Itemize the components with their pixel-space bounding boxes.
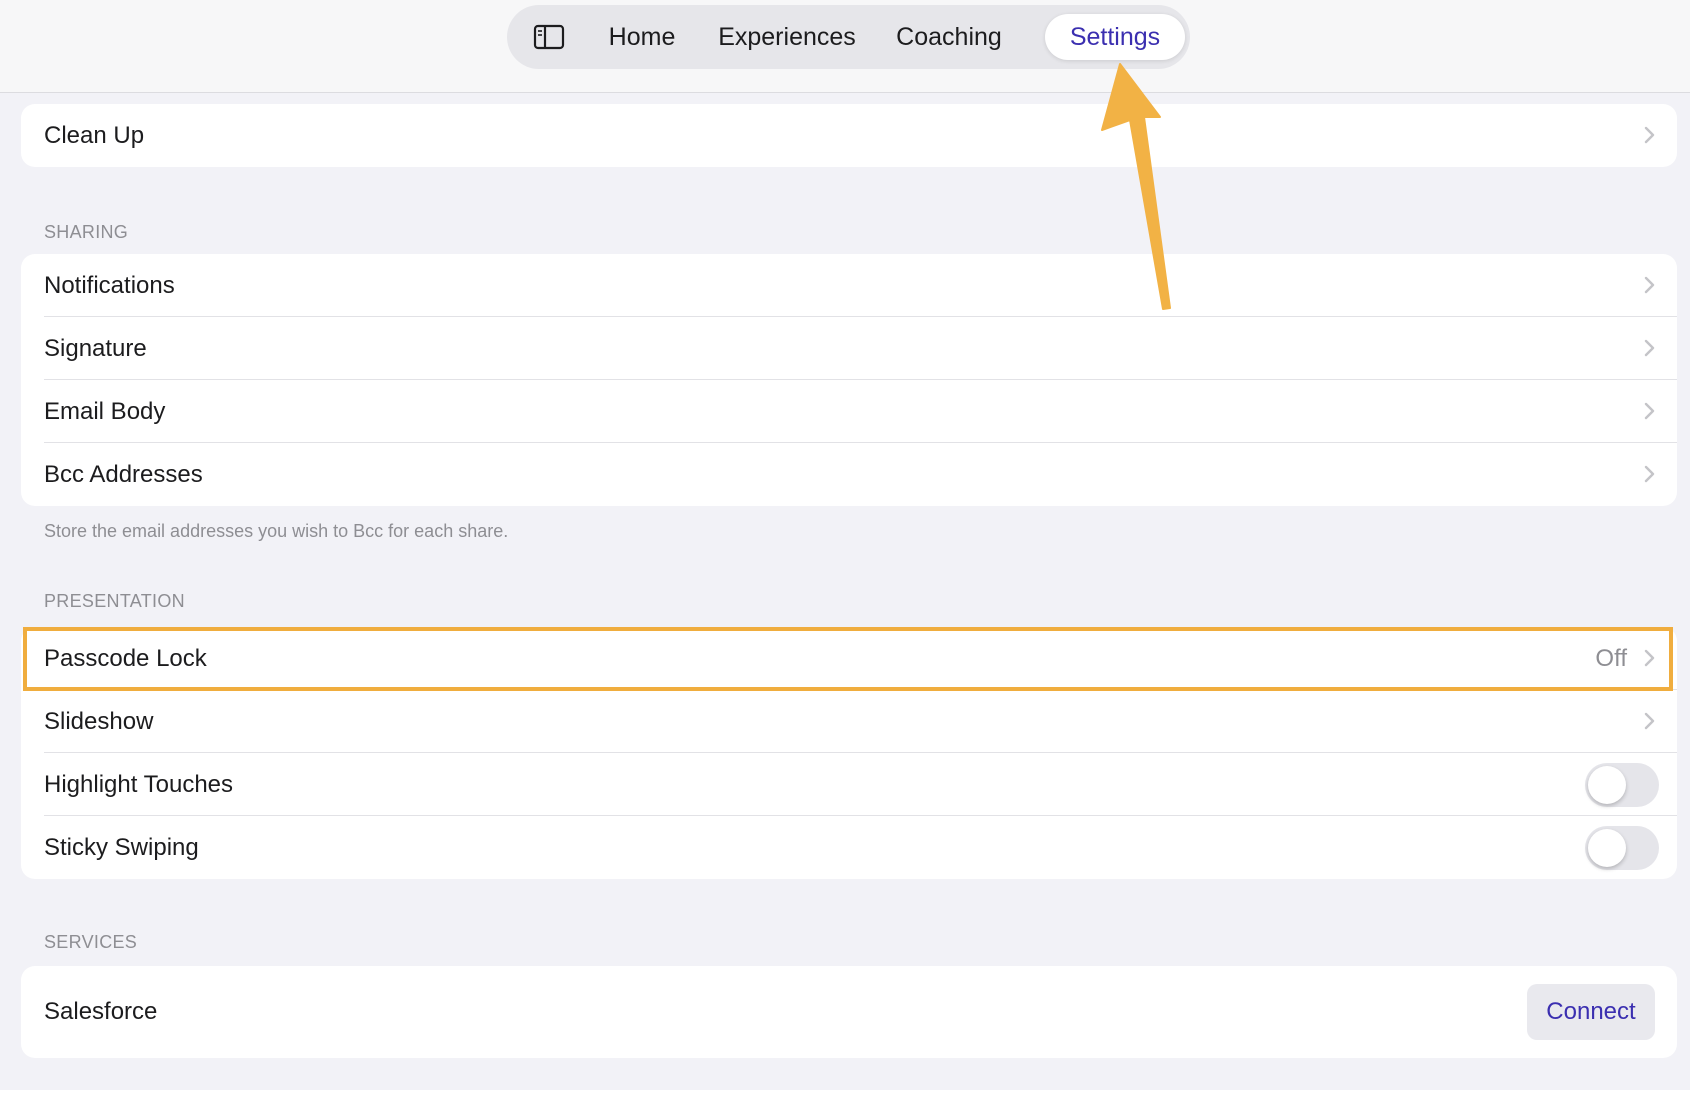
notifications-row[interactable]: Notifications [21,254,1677,317]
slideshow-row[interactable]: Slideshow [21,690,1677,753]
tab-switcher: Home Experiences Coaching Settings [507,5,1190,69]
chevron-right-icon [1644,276,1655,294]
presentation-group: Passcode Lock Off Slideshow Highlight To… [21,627,1677,879]
toggle-knob [1588,766,1626,804]
chevron-right-icon [1644,465,1655,483]
tab-settings[interactable]: Settings [1045,14,1185,60]
presentation-section-header: PRESENTATION [44,591,185,611]
highlight-touches-row: Highlight Touches [21,753,1677,816]
passcode-lock-row[interactable]: Passcode Lock Off [21,627,1677,690]
tab-coaching[interactable]: Coaching [882,14,1016,60]
sticky-swiping-label: Sticky Swiping [44,834,199,861]
sharing-group: Notifications Signature Email Body Bcc A… [21,254,1677,506]
services-section-header: SERVICES [44,932,138,952]
bcc-addresses-label: Bcc Addresses [44,461,203,488]
tab-home[interactable]: Home [595,14,689,60]
chevron-right-icon [1644,712,1655,730]
salesforce-row: Salesforce Connect [21,966,1677,1058]
passcode-lock-value: Off [1595,645,1627,672]
sharing-section-header: SHARING [44,222,129,242]
passcode-lock-label: Passcode Lock [44,645,207,672]
sticky-swiping-toggle[interactable] [1585,826,1659,870]
salesforce-label: Salesforce [44,998,158,1025]
settings-screen: Home Experiences Coaching Settings Clean… [0,0,1690,1090]
tab-experiences[interactable]: Experiences [707,14,867,60]
clean-up-label: Clean Up [44,122,145,149]
highlight-touches-label: Highlight Touches [44,771,234,798]
chevron-right-icon [1644,649,1655,667]
connect-button[interactable]: Connect [1527,984,1655,1040]
signature-label: Signature [44,335,147,362]
email-body-label: Email Body [44,398,166,425]
sidebar-toggle-icon[interactable] [533,23,565,51]
slideshow-label: Slideshow [44,708,154,735]
email-body-row[interactable]: Email Body [21,380,1677,443]
chevron-right-icon [1644,402,1655,420]
sharing-footer-note: Store the email addresses you wish to Bc… [44,521,509,541]
top-navigation-bar: Home Experiences Coaching Settings [0,0,1690,93]
clean-up-row[interactable]: Clean Up [21,104,1677,167]
signature-row[interactable]: Signature [21,317,1677,380]
sticky-swiping-row: Sticky Swiping [21,816,1677,879]
cleanup-group: Clean Up [21,104,1677,167]
services-group: Salesforce Connect [21,966,1677,1058]
highlight-touches-toggle[interactable] [1585,763,1659,807]
chevron-right-icon [1644,126,1655,144]
chevron-right-icon [1644,339,1655,357]
notifications-label: Notifications [44,272,175,299]
bcc-addresses-row[interactable]: Bcc Addresses [21,443,1677,506]
toggle-knob [1588,829,1626,867]
